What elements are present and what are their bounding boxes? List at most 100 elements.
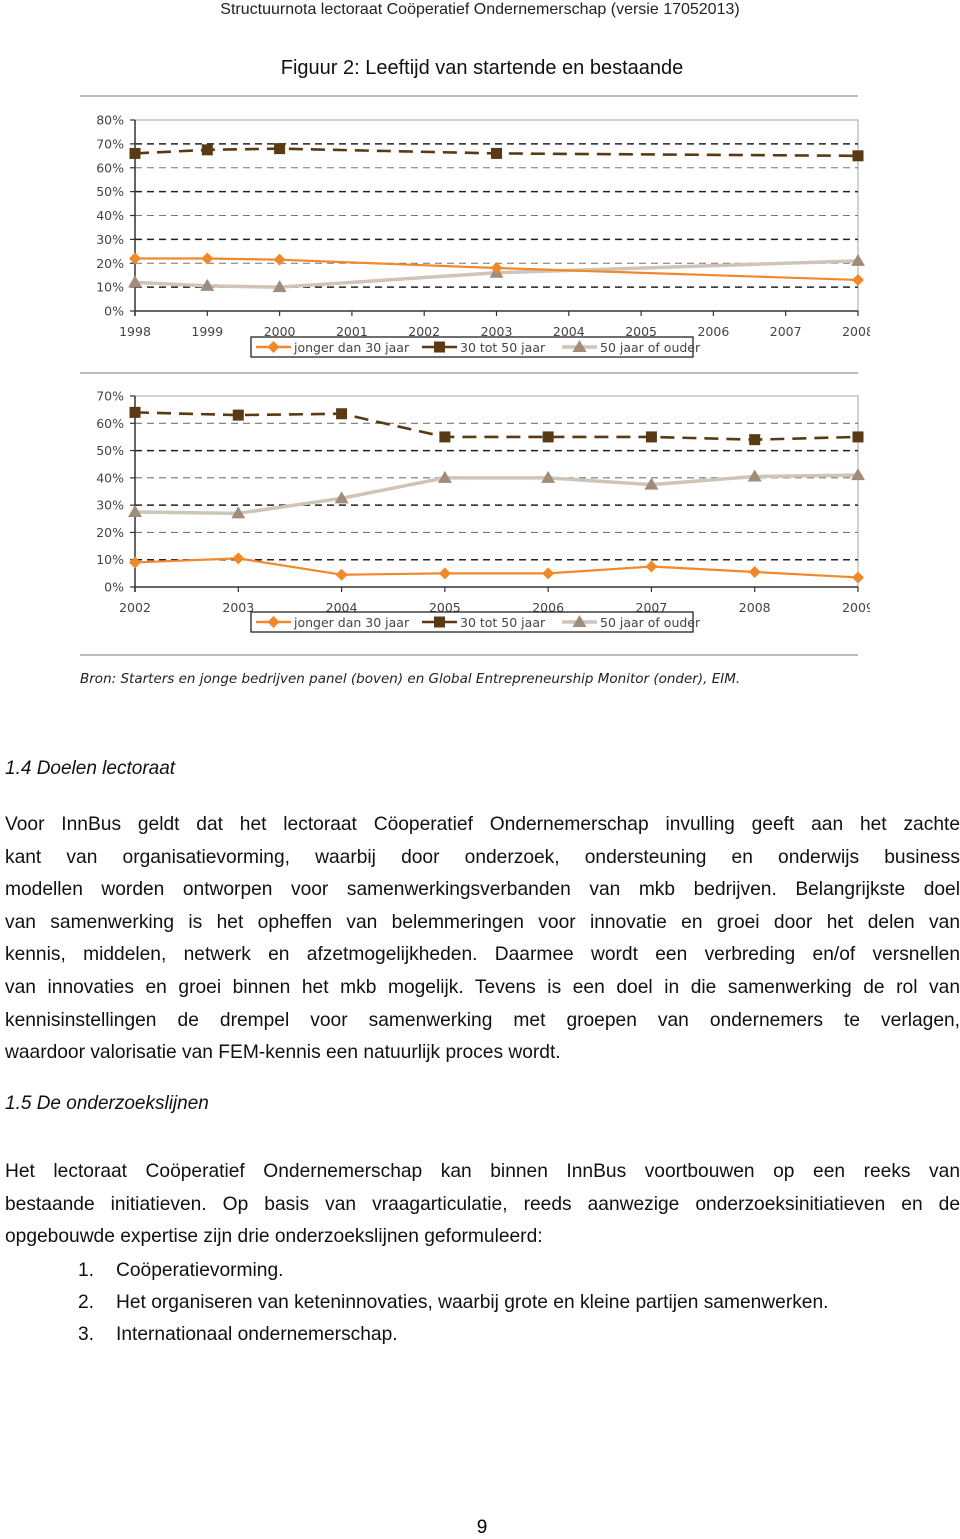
y-tick-label: 70%: [96, 389, 124, 404]
data-point-jonger: [542, 567, 555, 580]
figure-title: Figuur 2: Leeftijd van startende en best…: [280, 57, 684, 79]
running-header: Structuurnota lectoraat Coöperatief Onde…: [220, 1, 740, 18]
y-tick-label: 60%: [96, 416, 124, 431]
series-midden: [129, 406, 864, 446]
x-tick-label: 2002: [119, 600, 151, 615]
x-tick-label: 2008: [842, 324, 870, 339]
chart-legend: jonger dan 30 jaar 30 tot 50 jaar 50 jaar …: [250, 611, 701, 633]
page-number: 9: [476, 1517, 488, 1538]
data-point-midden: [129, 147, 141, 159]
series-ouder: [128, 468, 865, 519]
legend-label-midden: 30 tot 50 jaar: [460, 615, 546, 630]
data-point-jonger: [129, 556, 141, 569]
list-number: 2.: [78, 1292, 95, 1313]
list-number: 1.: [78, 1260, 95, 1281]
paragraph-line: van samenwerking is het opheffen van bel…: [5, 911, 960, 933]
paragraph-line: kennis, middelen, netwerk en afzetmogeli…: [5, 944, 960, 966]
data-point-jonger: [852, 571, 864, 584]
data-point-jonger: [852, 273, 864, 286]
y-tick-label: 0%: [104, 304, 124, 319]
list-text: Internationaal ondernemerschap.: [116, 1324, 398, 1345]
x-tick-label: 1998: [119, 324, 151, 339]
list-text: Coöperatievorming.: [116, 1260, 284, 1281]
y-tick-label: 20%: [96, 256, 124, 271]
x-tick-label: 2008: [739, 600, 771, 615]
legend-marker-midden: [434, 341, 445, 353]
data-point-jonger: [335, 568, 348, 581]
figure-bottom-rule: [80, 654, 858, 656]
legend-marker-midden: [434, 616, 445, 628]
figure-source: Bron: Starters en jonge bedrijven panel …: [80, 671, 741, 687]
section-heading-1-4: 1.4 Doelen lectoraat: [5, 758, 176, 779]
data-point-midden: [852, 431, 864, 443]
y-tick-label: 50%: [96, 443, 124, 458]
x-tick-label: 1999: [191, 324, 223, 339]
chart-legend: jonger dan 30 jaar 30 tot 50 jaar 50 jaar …: [250, 336, 701, 358]
y-tick-label: 40%: [96, 470, 124, 485]
y-tick-label: 60%: [96, 160, 124, 175]
y-tick-label: 10%: [96, 552, 124, 567]
paragraph-line: waardoor valorisatie van FEM-kennis een …: [5, 1042, 561, 1064]
list-item: 2. Het organiseren van keteninnovaties, …: [78, 1287, 828, 1319]
y-tick-label: 30%: [96, 232, 124, 247]
data-point-jonger: [748, 565, 761, 578]
data-point-midden: [852, 150, 864, 162]
data-point-jonger: [232, 552, 245, 565]
series-midden: [129, 143, 864, 162]
y-tick-label: 30%: [96, 498, 124, 513]
section-1-4-paragraph: Voor InnBus geldt dat het lectoraat Cöop…: [5, 809, 960, 1070]
series-jonger: [129, 252, 864, 286]
list-item: 3. Internationaal ondernemerschap.: [78, 1319, 828, 1351]
list-item: 1. Coöperatievorming.: [78, 1255, 828, 1287]
section-heading-1-5: 1.5 De onderzoekslijnen: [5, 1093, 209, 1114]
legend-label-ouder: 50 jaar of ouder: [600, 340, 701, 355]
data-point-midden: [749, 434, 761, 446]
y-tick-label: 10%: [96, 280, 124, 295]
paragraph-line: van innovaties en groei binnen het mkb m…: [5, 976, 960, 998]
data-point-midden: [491, 147, 502, 159]
paragraph-line: Voor InnBus geldt dat het lectoraat Cöop…: [5, 814, 960, 835]
y-tick-label: 70%: [96, 136, 124, 151]
x-tick-label: 2003: [222, 600, 254, 615]
y-tick-label: 50%: [96, 184, 124, 199]
list-text: Het organiseren van keteninnovaties, waa…: [116, 1292, 829, 1313]
chart-gem-2002-2009: 0%10%20%30%40%50%60%70%2002 2003 2004 2005 2…: [96, 389, 870, 633]
paragraph-line: modellen worden ontworpen voor samenwerk…: [5, 879, 960, 901]
figure-top-rule: [80, 95, 858, 97]
paragraph-line: kennisinstellingen de drempel voor samen…: [5, 1009, 960, 1031]
chart-starters-1998-2008: 0%10%20%30%40%50%60%70%80%1998 1999 2000 20…: [96, 113, 870, 358]
data-point-midden: [542, 431, 554, 443]
data-point-jonger: [645, 560, 658, 573]
x-tick-label: 2006: [697, 324, 729, 339]
section-1-5-paragraph: Het lectoraat Coöperatief Ondernemerscha…: [5, 1156, 960, 1254]
data-point-midden: [336, 408, 348, 420]
data-point-midden: [645, 431, 657, 443]
data-point-jonger: [273, 253, 286, 266]
series-jonger: [129, 552, 864, 584]
y-tick-label: 40%: [96, 208, 124, 223]
paragraph-line: Het lectoraat Coöperatief Ondernemerscha…: [5, 1161, 960, 1182]
paragraph-line: kant van organisatievorming, waarbij doo…: [5, 846, 960, 868]
research-lines-list: 1. Coöperatievorming. 2. Het organiseren…: [78, 1255, 828, 1351]
chart-divider-rule: [80, 372, 858, 374]
legend-label-jonger: jonger dan 30 jaar: [293, 615, 410, 630]
data-point-midden: [274, 143, 286, 155]
y-tick-label: 20%: [96, 525, 124, 540]
y-tick-label: 0%: [104, 580, 124, 595]
data-point-midden: [439, 431, 451, 443]
paragraph-line: bestaande initiatieven. Op basis van vra…: [5, 1193, 960, 1215]
y-tick-label: 80%: [96, 113, 124, 128]
data-point-midden: [232, 409, 244, 421]
x-tick-label: 2007: [770, 324, 802, 339]
data-point-jonger: [201, 252, 214, 265]
data-point-midden: [129, 406, 141, 418]
data-point-midden: [201, 144, 213, 156]
series-line-jonger: [134, 557, 859, 579]
list-number: 3.: [78, 1324, 95, 1345]
paragraph-line: opgebouwde expertise zijn drie onderzoek…: [5, 1226, 543, 1248]
data-point-jonger: [438, 567, 451, 580]
legend-label-ouder: 50 jaar of ouder: [600, 615, 701, 630]
legend-label-jonger: jonger dan 30 jaar: [293, 340, 410, 355]
legend-label-midden: 30 tot 50 jaar: [460, 340, 546, 355]
x-tick-label: 2009: [842, 600, 870, 615]
